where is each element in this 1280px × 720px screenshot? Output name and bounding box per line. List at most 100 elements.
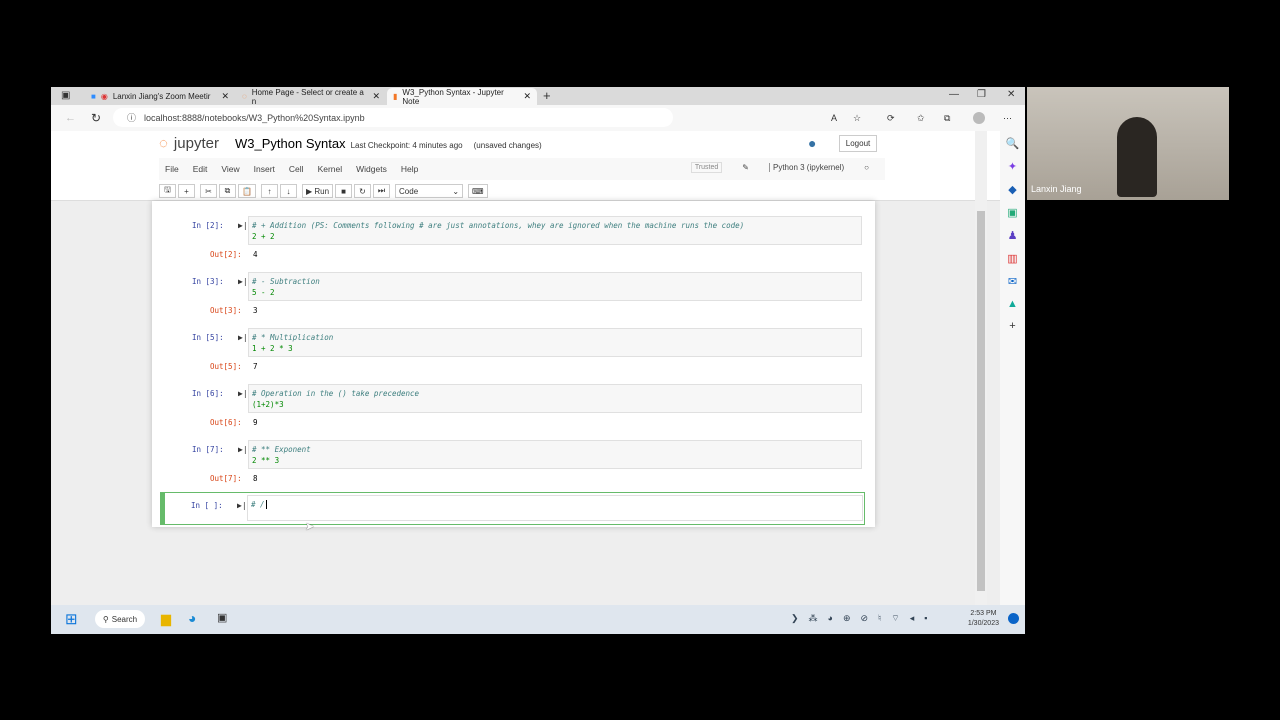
- menu-help[interactable]: Help: [401, 164, 418, 174]
- menu-edit[interactable]: Edit: [193, 164, 208, 174]
- code-input[interactable]: # /: [247, 495, 863, 521]
- run-cell-icon[interactable]: ▶|: [238, 221, 248, 230]
- run-cell-icon[interactable]: ▶|: [238, 445, 248, 454]
- code-input[interactable]: # + Addition (PS: Comments following # a…: [248, 216, 862, 245]
- webcam-video: Lanxin Jiang: [1027, 87, 1229, 200]
- collections-icon[interactable]: ⧉: [944, 113, 950, 124]
- scrollbar-thumb[interactable]: [977, 211, 985, 591]
- tab-notebook[interactable]: ▮ W3_Python Syntax - Jupyter Note ✕: [387, 88, 537, 106]
- copy-button[interactable]: ⧉: [219, 184, 236, 198]
- close-icon[interactable]: ✕: [221, 91, 229, 102]
- input-prompt: In [3]:: [192, 277, 224, 286]
- run-button[interactable]: ▶ Run: [301, 184, 334, 198]
- tab-zoom[interactable]: ■ ◉ Lanxin Jiang's Zoom Meetir ✕: [85, 88, 235, 105]
- move-down-button[interactable]: ↓: [279, 184, 297, 198]
- output-prompt: Out[7]:: [210, 474, 242, 483]
- restart-run-all-button[interactable]: ⏭: [373, 184, 391, 198]
- code-cell[interactable]: In [6]: ▶| # Operation in the () take prec…: [152, 381, 875, 433]
- menu-widgets[interactable]: Widgets: [356, 164, 387, 174]
- close-icon[interactable]: ✕: [523, 91, 531, 102]
- code-input[interactable]: # ** Exponent 2 ** 3: [248, 440, 862, 469]
- menu-view[interactable]: View: [221, 164, 239, 174]
- code-input[interactable]: # * Multiplication 1 + 2 * 3: [248, 328, 862, 357]
- copilot-icon[interactable]: ✦: [1008, 160, 1017, 173]
- scrollbar[interactable]: [975, 131, 987, 605]
- paste-button[interactable]: 📋: [238, 184, 256, 198]
- more-icon[interactable]: ⋯: [1003, 113, 1012, 124]
- taskbar-search[interactable]: ⚲ Search: [95, 610, 145, 628]
- profile-icon[interactable]: [973, 112, 985, 124]
- back-icon[interactable]: ←: [65, 112, 76, 124]
- run-cell-icon[interactable]: ▶|: [237, 501, 247, 510]
- tab-label: Home Page - Select or create a n: [251, 87, 364, 106]
- jupyter-logo[interactable]: ◌ jupyter: [159, 135, 219, 152]
- close-icon[interactable]: ✕: [372, 91, 380, 102]
- code-cell[interactable]: In [2]: ▶| # + Addition (PS: Comments foll…: [152, 213, 875, 265]
- code-input[interactable]: # - Subtraction 5 - 2: [248, 272, 862, 301]
- file-explorer-icon[interactable]: ▆: [161, 611, 171, 627]
- run-cell-icon[interactable]: ▶|: [238, 333, 248, 342]
- save-button[interactable]: 🖫: [159, 184, 176, 198]
- logo-text: jupyter: [173, 135, 219, 152]
- code-input[interactable]: # Operation in the () take precedence (1+…: [248, 384, 862, 413]
- input-prompt: In [2]:: [192, 221, 224, 230]
- games-icon[interactable]: ♟: [1008, 229, 1018, 242]
- move-up-button[interactable]: ↑: [260, 184, 278, 198]
- search-icon[interactable]: 🔍: [1006, 137, 1020, 150]
- office-icon[interactable]: ▥: [1007, 252, 1017, 265]
- code-cell[interactable]: In [7]: ▶| # ** Exponent 2 ** 3 Out[7]: 8: [152, 437, 875, 489]
- url-input[interactable]: ⓘ localhost:8888/notebooks/W3_Python%20Sy…: [113, 108, 673, 127]
- minimize-button[interactable]: —: [949, 89, 959, 100]
- notification-badge[interactable]: [1008, 613, 1019, 624]
- insert-cell-button[interactable]: +: [178, 184, 195, 198]
- favorites-icon[interactable]: ✩: [917, 113, 925, 124]
- clock[interactable]: 2:53 PM 1/30/2023: [968, 609, 999, 629]
- code-cell[interactable]: In [3]: ▶| # - Subtraction 5 - 2 Out[3]: 3: [152, 269, 875, 321]
- notebook-title[interactable]: W3_Python Syntax: [235, 136, 346, 151]
- cut-button[interactable]: ✂: [200, 184, 217, 198]
- add-icon[interactable]: +: [1009, 320, 1015, 332]
- system-tray-icons[interactable]: ❯⁂◕⊕⊘♮⌔◂▪: [791, 613, 937, 624]
- close-window-button[interactable]: ✕: [1007, 89, 1015, 100]
- code-cell[interactable]: In [5]: ▶| # * Multiplication 1 + 2 * 3 Out[…: [152, 325, 875, 377]
- output-value: 4: [253, 250, 258, 259]
- outlook-icon[interactable]: ✉: [1008, 275, 1017, 288]
- edge-sidebar: 🔍 ✦ ◆ ▣ ♟ ▥ ✉ ▲ +: [1000, 131, 1025, 605]
- interrupt-button[interactable]: ■: [335, 184, 353, 198]
- menu-insert[interactable]: Insert: [254, 164, 275, 174]
- restore-button[interactable]: ❐: [977, 89, 986, 100]
- code-line: (1+2)*3: [252, 400, 284, 409]
- restart-button[interactable]: ↻: [354, 184, 372, 198]
- trusted-badge[interactable]: Trusted: [690, 162, 723, 173]
- terminal-icon[interactable]: ▣: [217, 611, 227, 624]
- shopping-icon[interactable]: ◆: [1008, 183, 1016, 196]
- read-aloud-icon[interactable]: A: [831, 113, 837, 123]
- pencil-icon[interactable]: ✎: [742, 163, 749, 172]
- windows-start-icon[interactable]: ⊞: [65, 610, 78, 628]
- cell-type-select[interactable]: Code ⌄: [395, 184, 464, 198]
- recording-icon: ◉: [100, 92, 108, 101]
- page-content: ◌ jupyter W3_Python Syntax Last Checkpoint…: [51, 131, 1000, 605]
- extensions-icon[interactable]: ⟳: [887, 113, 895, 124]
- menu-cell[interactable]: Cell: [289, 164, 304, 174]
- presenter-figure: [1117, 117, 1157, 197]
- menu-file[interactable]: File: [165, 164, 179, 174]
- favorite-icon[interactable]: ☆: [853, 113, 861, 124]
- search-icon: ⚲: [102, 614, 109, 624]
- menu-kernel[interactable]: Kernel: [318, 164, 343, 174]
- logout-button[interactable]: Logout: [839, 135, 877, 152]
- new-tab-button[interactable]: +: [543, 88, 551, 103]
- toolbar: 🖫 + ✂ ⧉ 📋 ↑ ↓ ▶ Run ■ ↻ ⏭ Code ⌄ ⌨: [159, 181, 885, 201]
- edge-icon[interactable]: ◕: [188, 610, 196, 626]
- run-cell-icon[interactable]: ▶|: [238, 389, 248, 398]
- input-prompt: In [7]:: [192, 445, 224, 454]
- active-code-cell[interactable]: In [ ]: ▶| # /: [160, 492, 865, 525]
- tab-actions-icon[interactable]: ▣: [61, 90, 70, 101]
- tab-home[interactable]: ◌ Home Page - Select or create a n ✕: [236, 87, 386, 106]
- run-cell-icon[interactable]: ▶|: [238, 277, 248, 286]
- command-palette-button[interactable]: ⌨: [468, 184, 488, 198]
- output-value: 3: [253, 306, 258, 315]
- tools-icon[interactable]: ▣: [1007, 206, 1017, 219]
- tree-icon[interactable]: ▲: [1007, 298, 1018, 310]
- refresh-icon[interactable]: ↻: [91, 111, 101, 125]
